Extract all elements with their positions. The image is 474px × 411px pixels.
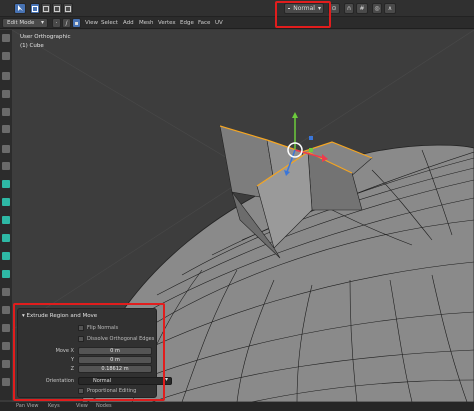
magnet-icon: ∩	[346, 5, 352, 12]
status-item: Nodes	[96, 403, 112, 409]
square-icon	[54, 5, 60, 12]
chevron-down-icon: ▾	[22, 313, 25, 319]
proportional-icon: ◎	[374, 5, 380, 12]
orientation-value: Normal	[93, 378, 112, 384]
poly-build-tool-icon[interactable]	[2, 288, 10, 296]
grid-icon: #	[359, 5, 365, 12]
menu-face[interactable]: Face	[198, 18, 210, 28]
scale-tool-icon[interactable]	[2, 108, 10, 116]
gizmo-y-arrow[interactable]	[292, 112, 298, 118]
select-mode-intersect-button[interactable]	[63, 3, 73, 14]
edge-slide-tool-icon[interactable]	[2, 342, 10, 350]
chevron-down-icon: ▾	[317, 5, 321, 12]
snap-toggle-button[interactable]: ∩	[344, 3, 354, 14]
menu-view[interactable]: View	[85, 18, 98, 28]
pivot-point-dropdown[interactable]: ⊙	[328, 3, 340, 14]
bevel-tool-icon[interactable]	[2, 234, 10, 242]
orientation-label: Orientation	[45, 378, 74, 384]
proportional-falloff-dropdown[interactable]: ∧	[384, 3, 396, 14]
menu-mesh[interactable]: Mesh	[139, 18, 153, 28]
annotate-tool-icon[interactable]	[2, 145, 10, 153]
gizmo-plane-handle[interactable]	[309, 136, 313, 140]
rotate-tool-icon[interactable]	[2, 90, 10, 98]
select-mode-new-button[interactable]	[30, 3, 40, 14]
interaction-mode-dropdown[interactable]: Edit Mode	[2, 18, 48, 28]
move-y-field[interactable]: 0 m	[78, 356, 152, 364]
gizmo-plane-handle[interactable]	[309, 148, 313, 152]
loop-cut-tool-icon[interactable]	[2, 252, 10, 260]
shrink-fatten-tool-icon[interactable]	[2, 360, 10, 368]
extrude-tool-icon[interactable]	[2, 198, 10, 206]
face-icon: ▪	[74, 19, 79, 27]
checkbox-box	[78, 325, 84, 331]
transform-tool-icon[interactable]	[2, 125, 10, 133]
tool-shelf	[0, 30, 12, 400]
menu-uv[interactable]: UV	[215, 18, 223, 28]
transform-orientation-value: Normal	[293, 5, 315, 12]
square-icon	[65, 5, 71, 12]
orientation-icon	[288, 8, 291, 9]
viewport-header: Edit Mode · / ▪ View Select Add Mesh Ver…	[0, 17, 474, 29]
object-name-label: (1) Cube	[20, 43, 44, 49]
inset-tool-icon[interactable]	[2, 216, 10, 224]
falloff-icon: ∧	[387, 5, 393, 12]
square-icon	[32, 5, 38, 12]
select-box-tool-button[interactable]	[14, 3, 26, 14]
square-icon	[43, 5, 49, 12]
spin-tool-icon[interactable]	[2, 306, 10, 314]
menu-select[interactable]: Select	[101, 18, 118, 28]
menu-vertex[interactable]: Vertex	[158, 18, 176, 28]
move-x-field[interactable]: 0 m	[78, 347, 152, 355]
dissolve-orthogonal-checkbox[interactable]: Dissolve Orthogonal Edges	[78, 336, 154, 342]
menu-add[interactable]: Add	[123, 18, 134, 28]
cursor-icon	[17, 5, 23, 11]
move-x-label: Move X	[55, 348, 74, 354]
menu-edge[interactable]: Edge	[180, 18, 194, 28]
snap-target-dropdown[interactable]: #	[356, 3, 368, 14]
vertex-select-mode-button[interactable]: ·	[52, 18, 61, 28]
interaction-mode-value: Edit Mode	[7, 20, 35, 26]
select-mode-subtract-button[interactable]	[52, 3, 62, 14]
checkbox-box	[78, 388, 84, 394]
measure-tool-icon[interactable]	[2, 162, 10, 170]
edge-icon: /	[65, 19, 68, 27]
shear-tool-icon[interactable]	[2, 378, 10, 386]
transform-orientation-dropdown[interactable]: Normal ▾	[284, 3, 324, 14]
view-name-label: User Orthographic	[20, 34, 71, 40]
status-bar: Pan View Keys View Nodes	[0, 402, 474, 411]
top-header: Normal ▾ ⊙ ∩ # ◎ ∧	[0, 0, 474, 17]
move-z-label: Z	[70, 366, 74, 372]
select-mode-extend-button[interactable]	[41, 3, 51, 14]
orientation-dropdown[interactable]: Normal	[78, 377, 172, 385]
status-item: Pan View	[16, 403, 39, 409]
pivot-icon: ⊙	[331, 5, 337, 12]
cursor-tool-icon[interactable]	[2, 52, 10, 60]
proportional-edit-button[interactable]: ◎	[372, 3, 382, 14]
redo-panel-title[interactable]: ▾ Extrude Region and Move	[22, 313, 97, 319]
redo-panel: ▾ Extrude Region and Move Flip Normals D…	[17, 308, 172, 398]
flip-normals-checkbox[interactable]: Flip Normals	[78, 325, 118, 331]
add-cube-tool-icon[interactable]	[2, 180, 10, 188]
move-tool-icon[interactable]	[2, 72, 10, 80]
status-item: View	[76, 403, 88, 409]
knife-tool-icon[interactable]	[2, 270, 10, 278]
smooth-tool-icon[interactable]	[2, 324, 10, 332]
move-z-field[interactable]: 0.18612 m	[78, 365, 152, 373]
checkbox-box	[78, 336, 84, 342]
status-item: Keys	[48, 403, 60, 409]
face-select-mode-button[interactable]: ▪	[72, 18, 81, 28]
move-y-label: Y	[70, 357, 74, 363]
vertex-icon: ·	[55, 19, 58, 27]
proportional-editing-checkbox[interactable]: Proportional Editing	[78, 388, 136, 394]
edge-select-mode-button[interactable]: /	[62, 18, 71, 28]
tweak-tool-icon[interactable]	[2, 34, 10, 42]
